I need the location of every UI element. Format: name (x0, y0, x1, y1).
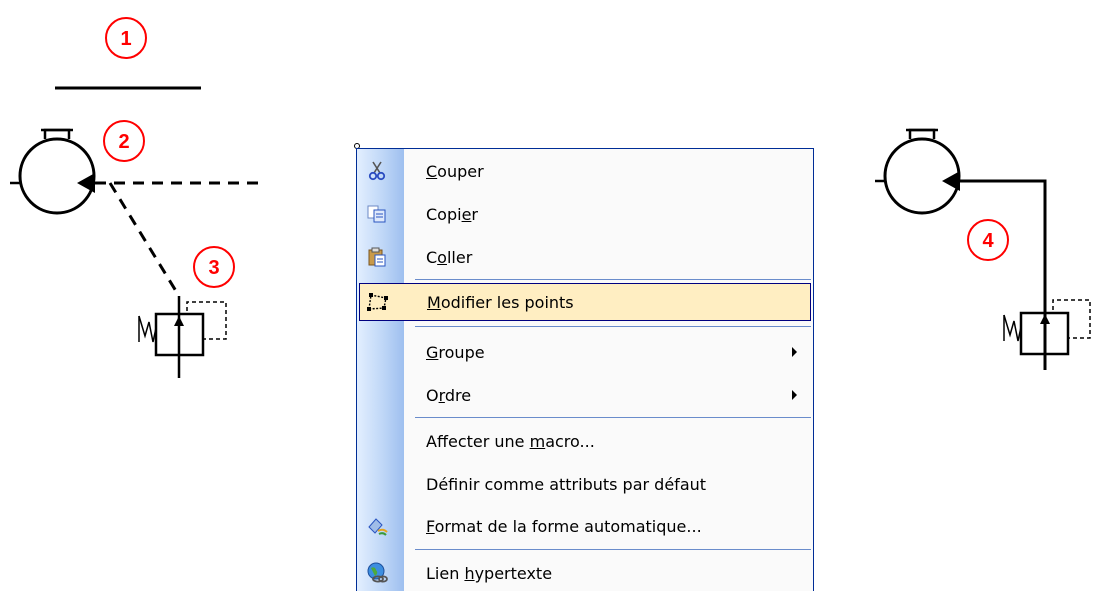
dashed-connector-line[interactable] (108, 182, 181, 297)
copy-icon (365, 202, 389, 226)
menu-item-copier[interactable]: Copier (359, 195, 811, 233)
menu-item-label: Définir comme attributs par défaut (426, 474, 707, 494)
edit-points-icon (366, 290, 390, 314)
menu-item-coller[interactable]: Coller (359, 238, 811, 276)
menu-item-groupe[interactable]: Groupe (359, 333, 811, 371)
callout-1: 1 (105, 17, 147, 59)
relief-valve-left[interactable] (138, 296, 227, 378)
menu-item-label: Groupe (426, 342, 485, 362)
menu-separator (415, 279, 811, 280)
menu-item-label: Lien hypertexte (426, 563, 553, 583)
menu-item-affecter-une-macro[interactable]: Affecter une macro... (359, 422, 811, 460)
format-shape-icon (365, 514, 389, 538)
callout-3: 3 (193, 246, 235, 288)
paste-icon (365, 245, 389, 269)
hyperlink-globe-icon (365, 561, 389, 585)
menu-separator (415, 326, 811, 327)
menu-item-ordre[interactable]: Ordre (359, 376, 811, 414)
menu-item-label: Affecter une macro... (426, 431, 595, 451)
menu-item-label: Copier (426, 204, 478, 224)
solid-connector-line[interactable] (960, 179, 1047, 370)
menu-item-couper[interactable]: Couper (359, 152, 811, 190)
callout-4: 4 (967, 219, 1009, 261)
menu-item-label: Modifier les points (427, 292, 574, 312)
relief-valve-right[interactable] (1003, 299, 1091, 356)
menu-item-definir-attributs-par-defaut[interactable]: Définir comme attributs par défaut (359, 465, 811, 503)
callout-4-number: 4 (982, 230, 994, 252)
pump-symbol-right[interactable] (875, 128, 961, 215)
callout-2: 2 (103, 120, 145, 162)
pump-symbol-left[interactable] (10, 128, 96, 215)
scissors-icon (365, 159, 389, 183)
menu-item-label: Coller (426, 247, 473, 267)
menu-separator (415, 549, 811, 550)
callout-3-number: 3 (208, 257, 219, 279)
menu-item-label: Couper (426, 161, 484, 181)
submenu-arrow-icon (792, 390, 797, 400)
menu-item-lien-hypertexte[interactable]: Lien hypertexte (359, 554, 811, 591)
menu-item-label: Format de la forme automatique... (426, 516, 702, 536)
context-menu: Couper Copier Coller Modifier les points… (356, 148, 814, 591)
callout-1-number: 1 (120, 28, 131, 50)
menu-separator (415, 417, 811, 418)
callout-2-number: 2 (118, 131, 129, 153)
menu-item-label: Ordre (426, 385, 472, 405)
submenu-arrow-icon (792, 347, 797, 357)
menu-item-format-forme-automatique[interactable]: Format de la forme automatique... (359, 507, 811, 545)
menu-item-modifier-les-points[interactable]: Modifier les points (359, 283, 811, 321)
